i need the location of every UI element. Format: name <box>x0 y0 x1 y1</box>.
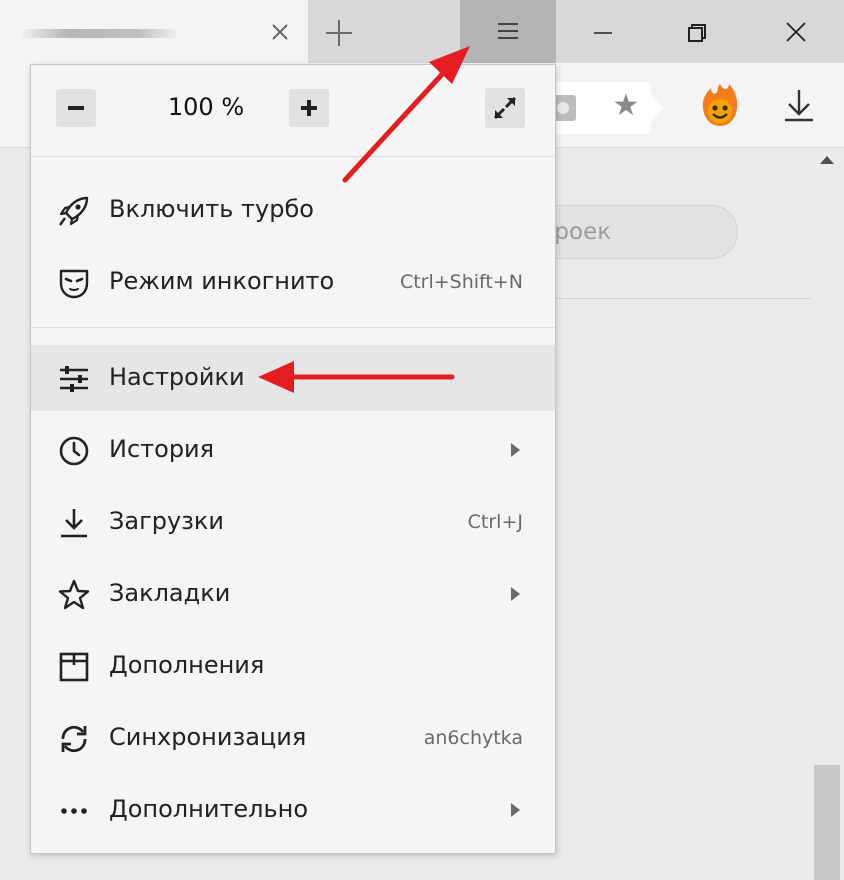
menu-item-label: Включить турбо <box>109 195 314 223</box>
more-dots-icon <box>61 808 87 814</box>
rocket-icon <box>59 196 89 226</box>
restore-icon <box>688 24 706 42</box>
sync-icon <box>61 725 87 753</box>
flame-face-icon <box>702 84 738 126</box>
content-divider <box>555 298 811 299</box>
fullscreen-button[interactable] <box>485 88 525 128</box>
zoom-row: 100 % <box>31 65 555 157</box>
minimize-icon <box>594 32 612 34</box>
close-icon[interactable] <box>268 20 292 44</box>
menu-item-history[interactable]: История <box>31 417 555 483</box>
bookmark-button[interactable]: ★ <box>606 86 646 126</box>
addons-icon <box>59 652 89 682</box>
submenu-arrow-icon <box>511 587 520 601</box>
star-icon <box>58 579 90 610</box>
hamburger-menu-icon <box>498 23 518 39</box>
browser-menu: 100 % Включить турбо Режим инкогнито Ctr… <box>30 64 556 854</box>
browser-window: ★ троек 100 % Включить турбо Режим инког… <box>0 0 844 880</box>
incognito-mask-icon <box>59 269 89 299</box>
menu-item-label: Настройки <box>109 363 245 391</box>
menu-item-label: Синхронизация <box>109 723 307 751</box>
sync-account-name: an6chytka <box>423 727 523 749</box>
minimize-button[interactable] <box>586 16 620 50</box>
menu-item-label: Загрузки <box>109 507 224 535</box>
menu-item-sync[interactable]: Синхронизация an6chytka <box>31 705 555 771</box>
zoom-in-button[interactable] <box>289 89 329 127</box>
menu-item-downloads[interactable]: Загрузки Ctrl+J <box>31 489 555 555</box>
submenu-arrow-icon <box>511 803 520 817</box>
download-icon <box>61 509 87 538</box>
submenu-arrow-icon <box>511 443 520 457</box>
menu-item-incognito[interactable]: Режим инкогнито Ctrl+Shift+N <box>31 249 555 315</box>
menu-button[interactable] <box>460 0 556 63</box>
new-tab-button[interactable] <box>320 14 358 52</box>
scroll-up-arrow-icon[interactable] <box>820 156 834 164</box>
menu-item-settings[interactable]: Настройки <box>31 345 555 411</box>
scrollbar-thumb[interactable] <box>814 765 840 880</box>
menu-divider <box>31 327 555 328</box>
settings-sliders-icon <box>60 366 88 392</box>
menu-item-turbo[interactable]: Включить турбо <box>31 177 555 243</box>
star-icon: ★ <box>612 88 640 123</box>
download-icon <box>785 90 813 122</box>
menu-item-bookmarks[interactable]: Закладки <box>31 561 555 627</box>
menu-item-label: Режим инкогнито <box>109 267 335 295</box>
tab-strip <box>0 0 844 63</box>
zoom-level: 100 % <box>167 93 245 121</box>
fullscreen-icon <box>493 96 517 120</box>
tab-title-blurred <box>22 29 177 38</box>
shortcut-hint: Ctrl+Shift+N <box>399 271 523 293</box>
menu-item-label: Закладки <box>109 579 231 607</box>
restore-button[interactable] <box>680 16 714 50</box>
downloads-button[interactable] <box>778 86 820 126</box>
zoom-out-button[interactable] <box>56 89 96 127</box>
menu-item-addons[interactable]: Дополнения <box>31 633 555 699</box>
menu-item-label: Дополнения <box>109 651 265 679</box>
plus-icon <box>326 20 352 46</box>
extension-button[interactable] <box>700 82 740 128</box>
shortcut-hint: Ctrl+J <box>467 511 523 533</box>
menu-item-more[interactable]: Дополнительно <box>31 777 555 843</box>
browser-tab[interactable] <box>0 0 308 63</box>
menu-item-label: История <box>109 435 215 463</box>
clock-icon <box>59 436 89 466</box>
menu-item-label: Дополнительно <box>109 795 309 823</box>
close-icon <box>786 22 806 42</box>
window-close-button[interactable] <box>778 14 814 50</box>
